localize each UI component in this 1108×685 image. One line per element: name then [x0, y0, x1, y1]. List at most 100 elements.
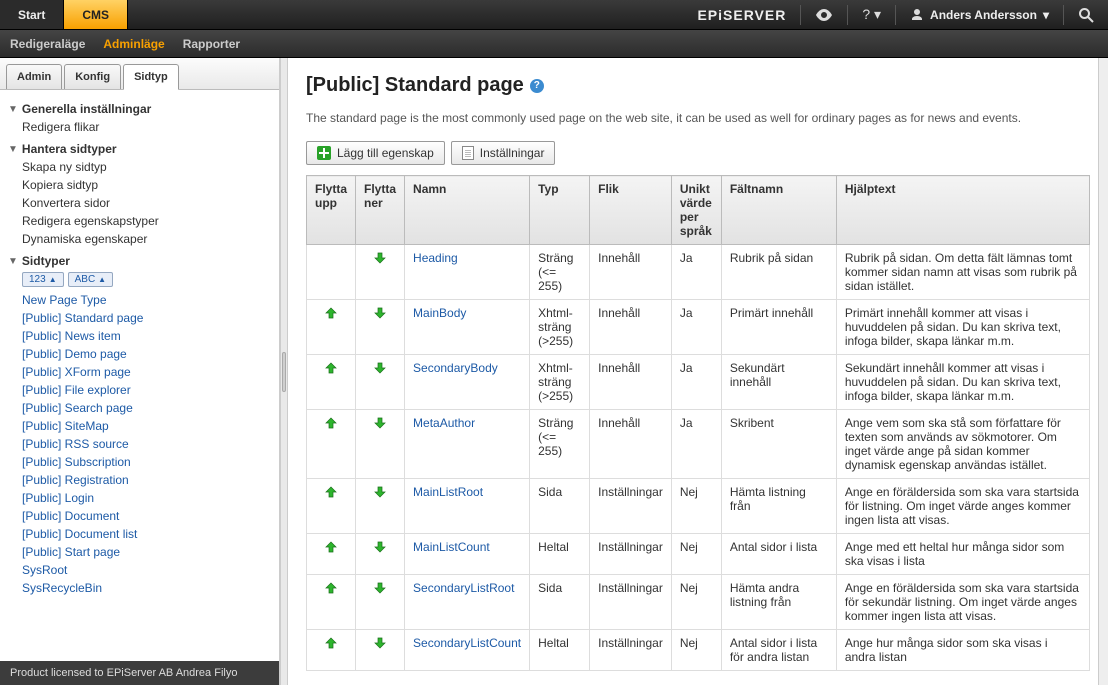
property-fieldname: Hämta andra listning från	[721, 575, 836, 630]
brand-logo: EPiSERVER	[697, 7, 786, 23]
property-help: Ange en föräldersida som ska vara starts…	[836, 479, 1089, 534]
global-topbar: Start CMS EPiSERVER ? ▾ Anders Andersson…	[0, 0, 1108, 30]
content-area: [Public] Standard page ? The standard pa…	[288, 58, 1108, 685]
sidebar-item[interactable]: Kopiera sidtyp	[8, 176, 271, 194]
sidebar-item[interactable]: Redigera flikar	[8, 118, 271, 136]
move-up-button[interactable]	[324, 485, 338, 499]
move-up-button[interactable]	[324, 306, 338, 320]
sidebar-item[interactable]: [Public] Start page	[8, 543, 271, 561]
property-tab: Inställningar	[590, 479, 672, 534]
sort-button[interactable]: 123▲	[22, 272, 64, 287]
move-down-button[interactable]	[373, 361, 387, 375]
sidebar-item[interactable]: [Public] XForm page	[8, 363, 271, 381]
page-title: [Public] Standard page	[306, 74, 524, 97]
sidebar-item[interactable]: [Public] File explorer	[8, 381, 271, 399]
sort-button[interactable]: ABC▲	[68, 272, 113, 287]
property-help: Rubrik på sidan. Om detta fält lämnas to…	[836, 245, 1089, 300]
sidebar-item[interactable]: [Public] Demo page	[8, 345, 271, 363]
add-property-button[interactable]: Lägg till egenskap	[306, 141, 445, 165]
sidebar-section-header[interactable]: ▼Sidtyper	[8, 254, 271, 268]
move-down-button[interactable]	[373, 485, 387, 499]
property-tab: Innehåll	[590, 355, 672, 410]
mode-admin[interactable]: Adminläge	[103, 37, 164, 51]
left-tab-admin[interactable]: Admin	[6, 64, 62, 89]
property-name-link[interactable]: MainBody	[413, 306, 466, 320]
property-type: Heltal	[530, 630, 590, 671]
property-help: Ange en föräldersida som ska vara starts…	[836, 575, 1089, 630]
property-fieldname: Skribent	[721, 410, 836, 479]
global-tabs: Start CMS	[0, 0, 128, 29]
page-description: The standard page is the most commonly u…	[306, 109, 1090, 127]
property-type: Sida	[530, 479, 590, 534]
move-down-button[interactable]	[373, 636, 387, 650]
sidebar-item[interactable]: Redigera egenskapstyper	[8, 212, 271, 230]
sidebar-item[interactable]: Konvertera sidor	[8, 194, 271, 212]
sidebar-item[interactable]: SysRoot	[8, 561, 271, 579]
sidebar-item[interactable]: [Public] Registration	[8, 471, 271, 489]
help-menu[interactable]: ? ▾	[862, 6, 881, 23]
sidebar-item[interactable]: Skapa ny sidtyp	[8, 158, 271, 176]
sidebar-item[interactable]: [Public] Document list	[8, 525, 271, 543]
tab-start[interactable]: Start	[0, 0, 64, 29]
move-up-button[interactable]	[324, 416, 338, 430]
sidebar-item[interactable]: [Public] Document	[8, 507, 271, 525]
property-type: Xhtml-sträng (>255)	[530, 300, 590, 355]
left-tab-konfig[interactable]: Konfig	[64, 64, 121, 89]
property-tab: Inställningar	[590, 575, 672, 630]
sidebar-item[interactable]: [Public] RSS source	[8, 435, 271, 453]
table-row: MainListCountHeltalInställningarNejAntal…	[307, 534, 1090, 575]
sidebar-item[interactable]: [Public] Standard page	[8, 309, 271, 327]
search-icon[interactable]	[1078, 7, 1094, 23]
tab-cms[interactable]: CMS	[64, 0, 128, 29]
right-rail[interactable]	[1098, 58, 1108, 685]
th-move-down: Flytta ner	[356, 176, 405, 245]
move-up-button[interactable]	[324, 636, 338, 650]
property-fieldname: Primärt innehåll	[721, 300, 836, 355]
property-unique: Ja	[671, 300, 721, 355]
user-name: Anders Andersson	[930, 8, 1037, 22]
property-unique: Ja	[671, 245, 721, 300]
property-name-link[interactable]: MainListRoot	[413, 485, 483, 499]
move-down-button[interactable]	[373, 306, 387, 320]
move-down-button[interactable]	[373, 540, 387, 554]
user-icon	[910, 8, 924, 22]
property-name-link[interactable]: MetaAuthor	[413, 416, 475, 430]
sidebar-item[interactable]: [Public] News item	[8, 327, 271, 345]
sidebar-item[interactable]: New Page Type	[8, 291, 271, 309]
mode-edit[interactable]: Redigeraläge	[10, 37, 85, 51]
property-name-link[interactable]: SecondaryListRoot	[413, 581, 514, 595]
move-down-button[interactable]	[373, 416, 387, 430]
property-name-link[interactable]: MainListCount	[413, 540, 490, 554]
sidebar-item[interactable]: SysRecycleBin	[8, 579, 271, 597]
sidebar-item[interactable]: Dynamiska egenskaper	[8, 230, 271, 248]
sidebar-item[interactable]: [Public] Login	[8, 489, 271, 507]
sidebar-item[interactable]: [Public] Subscription	[8, 453, 271, 471]
user-menu[interactable]: Anders Andersson ▾	[910, 8, 1049, 22]
property-name-link[interactable]: Heading	[413, 251, 458, 265]
property-type: Sträng (<= 255)	[530, 410, 590, 479]
table-row: SecondaryListCountHeltalInställningarNej…	[307, 630, 1090, 671]
move-up-button[interactable]	[324, 540, 338, 554]
move-down-button[interactable]	[373, 251, 387, 265]
property-name-link[interactable]: SecondaryBody	[413, 361, 498, 375]
sidebar-item[interactable]: [Public] SiteMap	[8, 417, 271, 435]
property-name-link[interactable]: SecondaryListCount	[413, 636, 521, 650]
settings-button[interactable]: Inställningar	[451, 141, 556, 165]
property-tab: Innehåll	[590, 410, 672, 479]
move-up-button[interactable]	[324, 581, 338, 595]
sidebar-section-header[interactable]: ▼Generella inställningar	[8, 102, 271, 116]
sidebar-item[interactable]: [Public] Search page	[8, 399, 271, 417]
sidebar-section-header[interactable]: ▼Hantera sidtyper	[8, 142, 271, 156]
splitter[interactable]	[280, 58, 288, 685]
move-down-button[interactable]	[373, 581, 387, 595]
th-type: Typ	[530, 176, 590, 245]
mode-reports[interactable]: Rapporter	[183, 37, 240, 51]
property-fieldname: Rubrik på sidan	[721, 245, 836, 300]
license-bar: Product licensed to EPiServer AB Andrea …	[0, 661, 279, 685]
th-move-up: Flytta upp	[307, 176, 356, 245]
help-icon[interactable]: ?	[530, 79, 544, 93]
preview-icon[interactable]	[815, 9, 833, 21]
move-up-button[interactable]	[324, 361, 338, 375]
sort-arrow-icon: ▲	[98, 275, 106, 284]
left-tab-sidtyp[interactable]: Sidtyp	[123, 64, 179, 90]
